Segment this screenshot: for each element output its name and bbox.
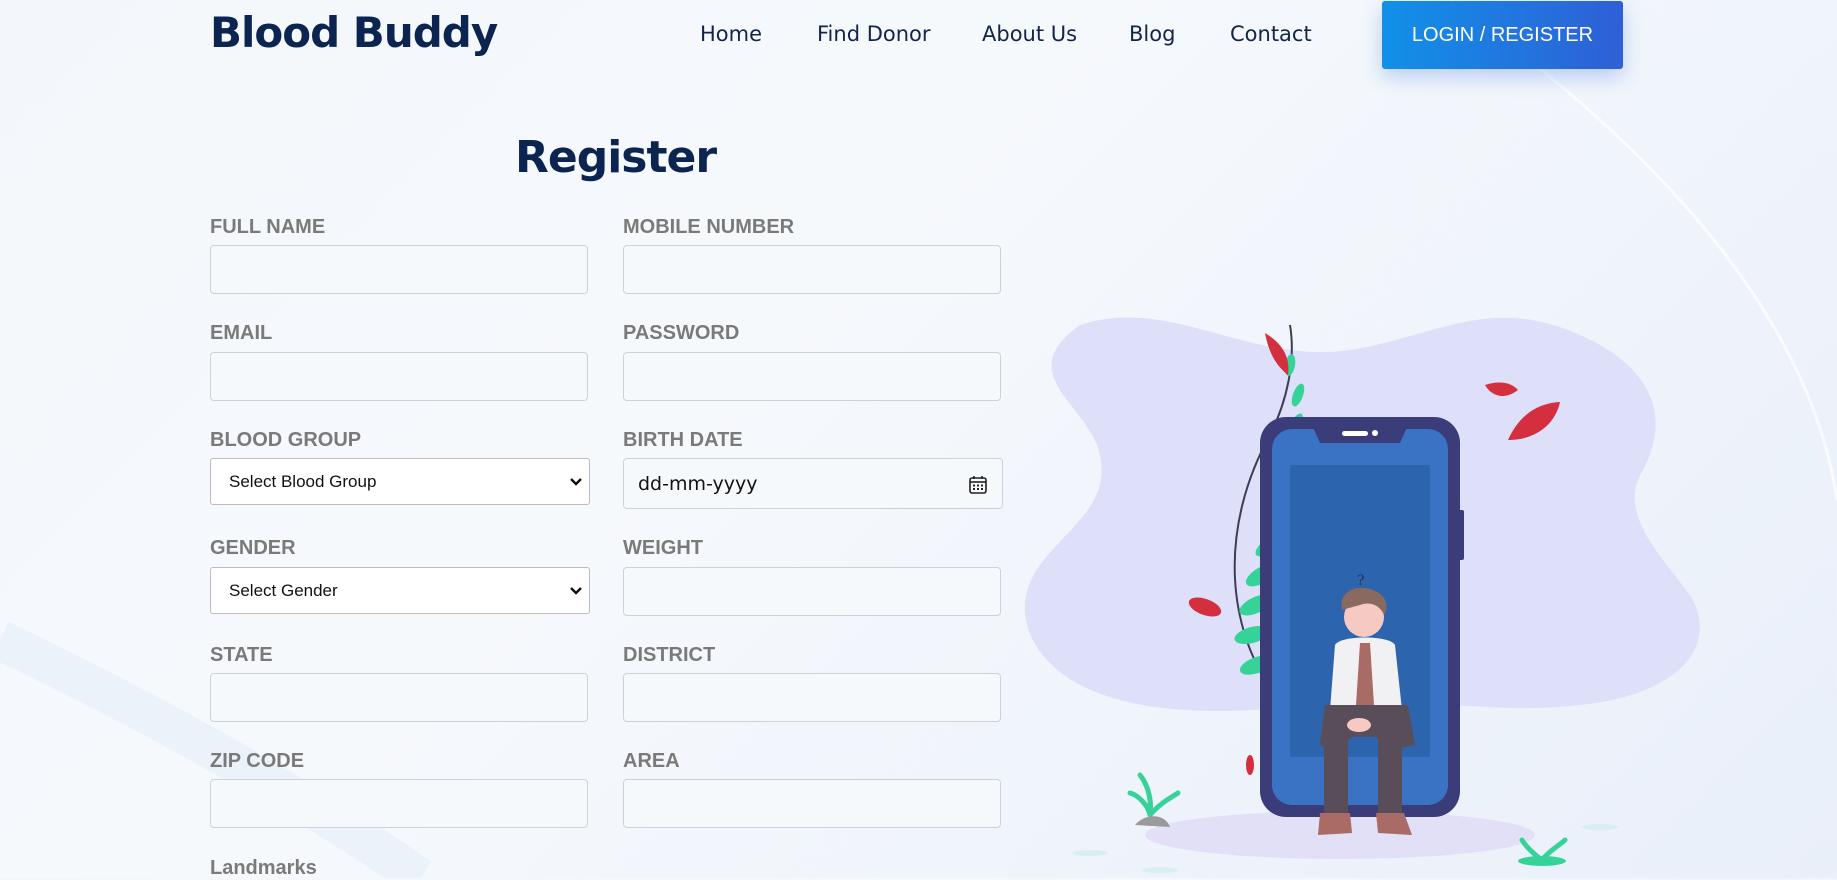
landmarks-label: Landmarks (210, 857, 317, 879)
birth-date-input[interactable]: dd-mm-yyyy (623, 458, 1003, 509)
nav-home[interactable]: Home (700, 22, 762, 46)
birth-date-label: BIRTH DATE (623, 429, 743, 451)
chevron-down-icon (570, 478, 582, 486)
full-name-input[interactable] (210, 245, 588, 294)
gender-label: GENDER (210, 537, 296, 559)
district-input[interactable] (623, 673, 1001, 722)
birth-date-placeholder: dd-mm-yyyy (638, 472, 758, 495)
question-mark: ? (1357, 573, 1365, 589)
district-label: DISTRICT (623, 644, 716, 666)
blood-group-selected: Select Blood Group (229, 471, 377, 491)
nav-contact[interactable]: Contact (1230, 22, 1312, 46)
mobile-number-label: MOBILE NUMBER (623, 216, 795, 238)
password-label: PASSWORD (623, 322, 740, 344)
register-illustration: ? (1024, 317, 1700, 873)
state-label: STATE (210, 644, 273, 666)
blood-group-label: BLOOD GROUP (210, 429, 362, 451)
email-input[interactable] (210, 352, 588, 401)
nav-blog[interactable]: Blog (1129, 22, 1175, 46)
full-name-label: FULL NAME (210, 216, 326, 238)
area-input[interactable] (623, 779, 1001, 828)
brand-logo[interactable]: Blood Buddy (210, 8, 498, 57)
gender-select[interactable]: Select Gender (210, 567, 590, 614)
email-label: EMAIL (210, 322, 273, 344)
nav-about-us[interactable]: About Us (982, 22, 1077, 46)
area-label: AREA (623, 750, 680, 772)
chevron-down-icon (570, 587, 582, 595)
blood-group-select[interactable]: Select Blood Group (210, 458, 590, 505)
weight-label: WEIGHT (623, 537, 703, 559)
mobile-number-input[interactable] (623, 245, 1001, 294)
state-input[interactable] (210, 673, 588, 722)
calendar-icon[interactable] (968, 475, 988, 495)
nav-find-donor[interactable]: Find Donor (817, 22, 931, 46)
zip-code-label: ZIP CODE (210, 750, 305, 772)
zip-code-input[interactable] (210, 779, 588, 828)
gender-selected: Select Gender (229, 580, 338, 600)
page-title: Register (515, 132, 717, 183)
login-register-button[interactable]: LOGIN / REGISTER (1382, 1, 1623, 69)
weight-input[interactable] (623, 567, 1001, 616)
password-input[interactable] (623, 352, 1001, 401)
